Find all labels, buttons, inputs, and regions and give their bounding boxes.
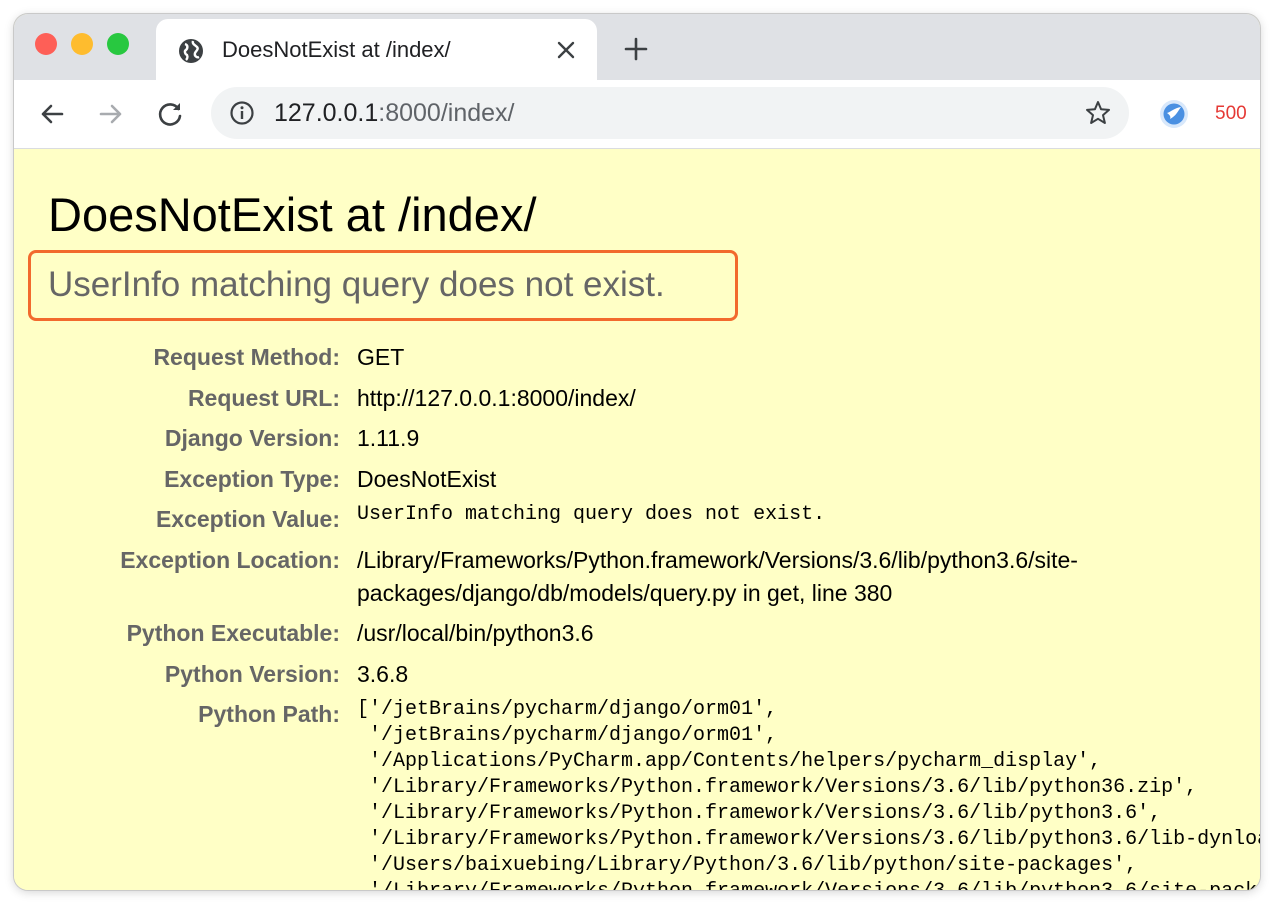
bird-extension-icon[interactable]	[1159, 99, 1189, 129]
tab-title: DoesNotExist at /index/	[222, 37, 451, 62]
python-path-line: '/Users/baixuebing/Library/Python/3.6/li…	[357, 854, 1138, 877]
python-path-line: '/Library/Frameworks/Python.framework/Ve…	[357, 828, 1260, 851]
python-path-label: Python Path:	[198, 701, 340, 727]
url-text[interactable]: 127.0.0.1:8000/index/	[274, 97, 514, 129]
python-path-line: '/Library/Frameworks/Python.framework/Ve…	[357, 802, 1162, 825]
address-bar[interactable]: 127.0.0.1:8000/index/	[211, 87, 1129, 139]
info-icon[interactable]	[229, 100, 255, 126]
close-icon[interactable]	[554, 38, 578, 62]
page-content: DoesNotExist at /index/ UserInfo matchin…	[14, 149, 1260, 890]
exception-value-value: UserInfo matching query does not exist.	[357, 503, 826, 526]
python-path-line: '/Library/Frameworks/Python.framework/Ve…	[357, 776, 1198, 799]
tab-active[interactable]: DoesNotExist at /index/	[156, 19, 597, 80]
globe-icon	[179, 39, 203, 63]
browser-window: DoesNotExist at /index/ 127.0.0.1:8000/i…	[14, 14, 1260, 890]
exception-location-line: packages/django/db/models/query.py in ge…	[357, 580, 893, 606]
django-version-label: Django Version:	[164, 425, 340, 451]
url-path: :8000/index/	[378, 99, 515, 127]
page-title: DoesNotExist at /index/	[48, 188, 537, 241]
python-version-value: 3.6.8	[357, 661, 409, 687]
python-path-line: '/jetBrains/pycharm/django/orm01',	[357, 724, 778, 747]
exception-location-line: /Library/Frameworks/Python.framework/Ver…	[357, 547, 1078, 573]
python-version-label: Python Version:	[164, 661, 340, 687]
minimize-window-button[interactable]	[71, 33, 93, 55]
star-icon[interactable]	[1084, 99, 1112, 127]
request-method-label: Request Method:	[153, 344, 340, 370]
request-method-value: GET	[357, 344, 405, 370]
exception-type-label: Exception Type:	[164, 466, 340, 492]
forward-arrow-icon[interactable]	[95, 98, 127, 130]
zoom-window-button[interactable]	[107, 33, 129, 55]
python-executable-value: /usr/local/bin/python3.6	[357, 620, 594, 646]
exception-type-value: DoesNotExist	[357, 466, 497, 492]
exception-value-heading: UserInfo matching query does not exist.	[48, 265, 665, 304]
python-path-line: '/Library/Frameworks/Python.framework/Ve…	[357, 879, 1260, 890]
exception-location-label: Exception Location:	[120, 547, 340, 573]
browser-toolbar: 127.0.0.1:8000/index/	[14, 80, 1260, 149]
exception-value-label: Exception Value:	[155, 506, 340, 532]
python-path-line: ['/jetBrains/pycharm/django/orm01',	[357, 698, 778, 721]
django-version-value: 1.11.9	[357, 425, 420, 451]
request-url-label: Request URL:	[187, 385, 340, 411]
reload-icon[interactable]	[154, 98, 186, 130]
plus-icon[interactable]	[623, 36, 649, 62]
close-window-button[interactable]	[35, 33, 57, 55]
request-url-value: http://127.0.0.1:8000/index/	[357, 385, 636, 411]
python-path-line: '/Applications/PyCharm.app/Contents/help…	[357, 750, 1102, 773]
extension-status-badge[interactable]: 500	[1215, 100, 1247, 128]
url-host: 127.0.0.1	[274, 99, 379, 127]
python-executable-label: Python Executable:	[126, 620, 340, 646]
back-arrow-icon[interactable]	[36, 98, 68, 130]
tab-bar: DoesNotExist at /index/	[14, 14, 1260, 80]
